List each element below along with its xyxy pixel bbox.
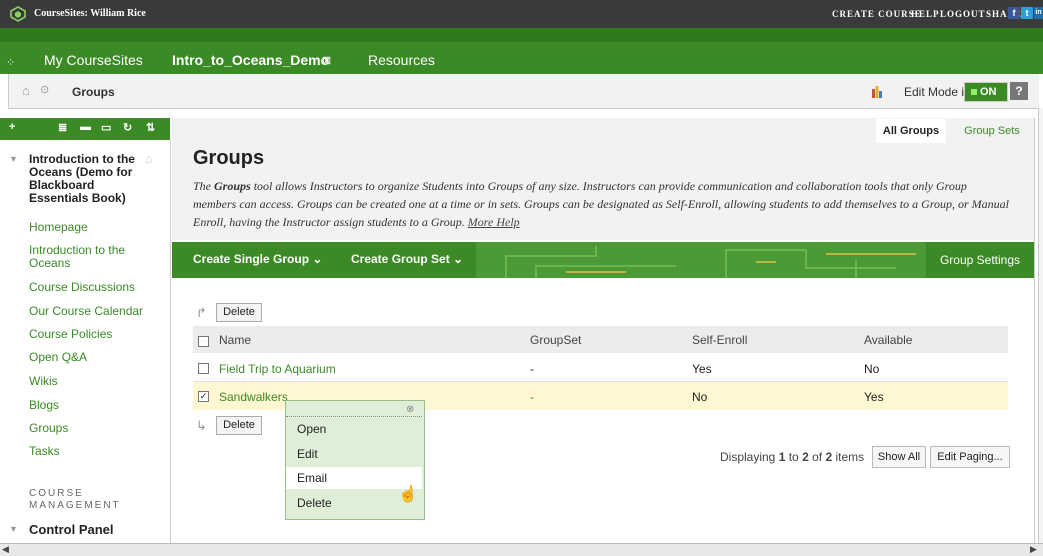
sidebar-item-course-policies[interactable]: Course Policies xyxy=(29,328,149,341)
sidebar-item-tasks[interactable]: Tasks xyxy=(29,445,149,458)
collapse-triangle-icon[interactable]: ▼ xyxy=(9,154,18,164)
add-menu-item-icon[interactable]: + xyxy=(9,121,15,133)
create-single-group-button[interactable]: Create Single Group ⌄ xyxy=(193,252,322,266)
menu-item-edit[interactable]: Edit xyxy=(286,443,422,465)
menu-item-label: Delete xyxy=(297,496,332,510)
paging-mid2: of xyxy=(808,450,826,464)
twitter-icon[interactable]: t xyxy=(1021,7,1033,19)
menu-item-open[interactable]: Open xyxy=(286,418,422,440)
desc-pre: The xyxy=(193,179,214,193)
list-view-icon[interactable]: ≣ xyxy=(58,121,67,134)
refresh-icon[interactable]: ↻ xyxy=(123,121,132,134)
delete-button-bottom[interactable]: Delete xyxy=(216,416,262,435)
facebook-icon[interactable]: f xyxy=(1008,7,1020,19)
cell-self-enroll: No xyxy=(692,390,708,404)
breadcrumb xyxy=(8,74,1039,109)
delete-button-top[interactable]: Delete xyxy=(216,303,262,322)
control-panel-label[interactable]: Control Panel xyxy=(29,522,114,537)
brand-title: CourseSites: William Rice xyxy=(34,8,146,19)
cell-self-enroll: Yes xyxy=(692,362,712,376)
scroll-right-arrow-icon[interactable]: ▶ xyxy=(1030,544,1037,555)
paging-status: Displaying 1 to 2 of 2 items xyxy=(720,450,864,464)
row-checkbox-checked[interactable]: ✓ xyxy=(198,391,209,402)
page-description: The Groups tool allows Instructors to or… xyxy=(193,177,1013,231)
paging-to: 2 xyxy=(802,450,809,464)
column-header-name[interactable]: Name xyxy=(219,333,251,347)
logout-link[interactable]: LOGOUT xyxy=(940,9,986,19)
horizontal-scrollbar[interactable] xyxy=(0,543,1043,556)
toggle-indicator-icon xyxy=(971,88,977,95)
page-title: Groups xyxy=(193,147,265,169)
menu-item-label: Email xyxy=(297,471,328,485)
course-home-icon[interactable]: ⌂ xyxy=(145,152,152,166)
show-all-button[interactable]: Show All xyxy=(872,446,926,468)
close-tab-icon[interactable]: ⊠ xyxy=(322,54,331,67)
edit-mode-label: Edit Mode is: xyxy=(904,85,974,99)
book-icon[interactable] xyxy=(872,86,882,98)
sidebar-item-wikis[interactable]: Wikis xyxy=(29,375,149,388)
help-link[interactable]: HELP xyxy=(911,9,940,19)
select-all-checkbox[interactable] xyxy=(198,336,209,347)
sidebar-item-course-calendar[interactable]: Our Course Calendar xyxy=(29,305,149,318)
bulk-action-arrow-icon: ↳ xyxy=(196,418,207,433)
action-bar-decoration xyxy=(476,242,926,278)
vertical-scrollbar[interactable] xyxy=(1038,108,1043,543)
coursesites-logo-icon[interactable] xyxy=(10,6,26,22)
course-management-label: COURSE MANAGEMENT xyxy=(29,488,121,511)
tab-all-groups[interactable]: All Groups xyxy=(876,119,946,143)
edit-mode-state: ON xyxy=(980,86,997,98)
create-group-set-button[interactable]: Create Group Set ⌄ xyxy=(351,252,463,266)
sidebar-item-homepage[interactable]: Homepage xyxy=(29,221,149,234)
sidebar-item-groups[interactable]: Groups xyxy=(29,422,149,435)
cell-groupset: - xyxy=(530,362,534,376)
sidebar-item-course-discussions[interactable]: Course Discussions xyxy=(29,281,149,294)
paging-mid1: to xyxy=(785,450,803,464)
course-nav-tabs-strip xyxy=(0,42,1043,74)
cell-groupset: - xyxy=(530,390,534,404)
row-checkbox[interactable] xyxy=(198,363,209,374)
desc-post: tool allows Instructors to organize Stud… xyxy=(193,179,1010,229)
more-help-link[interactable]: More Help xyxy=(468,215,520,229)
home-icon[interactable]: ⌂ xyxy=(22,83,30,98)
menu-item-label: Open xyxy=(297,422,327,436)
tab-resources[interactable]: Resources xyxy=(368,52,435,68)
help-icon[interactable]: ? xyxy=(1010,82,1028,100)
paging-pre: Displaying xyxy=(720,450,779,464)
reorder-icon[interactable]: ⇅ xyxy=(146,121,155,134)
edit-mode-toggle[interactable]: ON xyxy=(964,82,1008,102)
menu-divider xyxy=(286,416,422,417)
breadcrumb-current: Groups xyxy=(72,85,115,99)
close-menu-icon[interactable]: ⊗ xyxy=(406,404,414,415)
tab-group-sets[interactable]: Group Sets xyxy=(956,119,1028,143)
sidebar-item-blogs[interactable]: Blogs xyxy=(29,399,149,412)
tab-intro-to-oceans-demo[interactable]: Intro_to_Oceans_Demo xyxy=(172,52,329,68)
sidebar-item-open-qa[interactable]: Open Q&A xyxy=(29,351,149,364)
group-name-link[interactable]: Sandwalkers xyxy=(219,390,288,404)
group-name-link[interactable]: Field Trip to Aquarium xyxy=(219,362,336,376)
linkedin-icon[interactable]: in xyxy=(1034,7,1043,19)
column-header-self-enroll[interactable]: Self-Enroll xyxy=(692,333,747,347)
sidebar-item-introduction[interactable]: Introduction to the Oceans xyxy=(29,244,129,270)
hand-cursor-icon: ☝ xyxy=(398,486,418,503)
folder-view-icon[interactable]: ▬ xyxy=(80,121,91,133)
collapse-triangle-icon[interactable]: ▼ xyxy=(9,524,18,534)
breadcrumb-expand-icon[interactable]: ⊙ xyxy=(40,83,49,96)
group-settings-button[interactable]: Group Settings xyxy=(926,242,1034,278)
tab-my-coursesites[interactable]: My CourseSites xyxy=(44,52,143,68)
cell-available: No xyxy=(864,362,880,376)
bulk-action-arrow-icon: ↱ xyxy=(196,305,207,320)
desc-bold: Groups xyxy=(214,179,251,193)
display-view-icon[interactable]: ▭ xyxy=(101,121,111,134)
menu-item-label: Edit xyxy=(297,447,318,461)
course-title[interactable]: Introduction to the Oceans (Demo for Bla… xyxy=(29,153,141,205)
column-header-groupset[interactable]: GroupSet xyxy=(530,333,581,347)
column-header-available[interactable]: Available xyxy=(864,333,912,347)
scroll-left-arrow-icon[interactable]: ◀ xyxy=(2,544,9,555)
paging-post: items xyxy=(832,450,865,464)
nav-handle-icon[interactable]: ⁘ xyxy=(6,56,15,69)
cell-available: Yes xyxy=(864,390,884,404)
edit-paging-button[interactable]: Edit Paging... xyxy=(930,446,1010,468)
create-course-link[interactable]: CREATE COURSE xyxy=(832,9,922,19)
